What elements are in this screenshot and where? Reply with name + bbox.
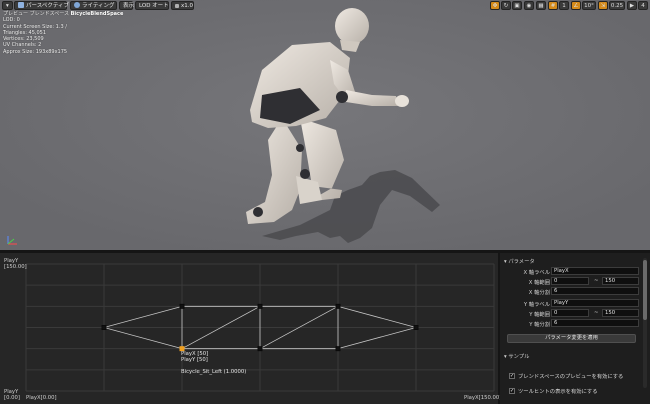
scale-icon[interactable]: ▣	[512, 1, 522, 10]
speed-icon	[175, 4, 179, 8]
lod-button[interactable]: LOD オート	[135, 1, 169, 10]
x-max-label: PlayX[150.00]	[464, 395, 502, 401]
translate-icon[interactable]: ✥	[490, 1, 500, 10]
camera-speed-icon[interactable]: ▶	[627, 1, 637, 10]
stat-approx-size: Approx Size: 193x89x175	[3, 48, 68, 55]
triangulation-edge	[337, 305, 417, 328]
x-range-min-field[interactable]: 0	[551, 277, 589, 285]
perspective-icon	[18, 2, 24, 8]
sample-point[interactable]	[335, 346, 341, 352]
axis-gizmo-icon	[7, 236, 17, 245]
sample-point[interactable]	[335, 303, 341, 309]
angle-value[interactable]: 10°	[582, 1, 596, 10]
x-divisions-field[interactable]: 6	[551, 287, 639, 295]
surface-snap-icon[interactable]: ▦	[536, 1, 546, 10]
x-divisions-caption: X 軸分割	[528, 290, 550, 296]
x-label-caption: X 軸ラベル	[523, 270, 550, 276]
sample-point[interactable]	[413, 325, 419, 330]
viewport-options-button[interactable]: ▾	[2, 1, 13, 10]
y-range-caption: Y 軸範囲	[529, 312, 550, 318]
viewport-stats: プレビュー ブレンドスペース BicycleBlendSpace LOD: 0 …	[3, 11, 123, 55]
preview-title: プレビュー ブレンドスペース BicycleBlendSpace	[3, 11, 124, 17]
tooltip-enable-label: ツールヒントの表示を有効にする	[518, 389, 598, 395]
sample-label: Bicycle_Sit_Left (1.0000)	[181, 369, 247, 375]
y-divisions-caption: Y 軸分割	[529, 322, 550, 328]
parameters-section-header[interactable]: ▾ パラメータ	[504, 257, 535, 265]
sample-point[interactable]	[257, 303, 263, 309]
lighting-icon	[74, 2, 80, 8]
y-label-caption: Y 軸ラベル	[523, 302, 550, 308]
tooltip-playy: PlayY [50]	[181, 357, 208, 363]
x-label-field[interactable]: PlayX	[551, 267, 639, 275]
y-divisions-field[interactable]: 6	[551, 319, 639, 327]
blendspace-graph[interactable]	[0, 253, 498, 404]
triangulation-edge	[103, 305, 183, 328]
sample-point[interactable]	[101, 325, 107, 330]
y-max-label: [150.00]	[4, 264, 27, 270]
y-range-separator: ~	[594, 310, 599, 316]
triangulation-edge	[103, 327, 183, 350]
coordinate-system-icon[interactable]: ◉	[524, 1, 534, 10]
show-button[interactable]: 表示	[119, 1, 134, 10]
scale-snap-icon[interactable]: ⇲	[598, 1, 608, 10]
sample-point[interactable]	[179, 303, 185, 309]
y-range-max-field[interactable]: 150	[602, 309, 639, 317]
tooltip-enable-checkbox[interactable]: ✓	[509, 388, 515, 394]
camera-speed-value[interactable]: 4	[638, 1, 648, 10]
rotate-icon[interactable]: ↻	[501, 1, 511, 10]
apply-parameters-button[interactable]: パラメータ変更を適用	[507, 334, 636, 343]
x-range-caption: X 軸範囲	[528, 280, 550, 286]
x-range-separator: ~	[594, 278, 599, 284]
blendspace-grid[interactable]	[0, 253, 498, 404]
y-range-min-field[interactable]: 0	[551, 309, 589, 317]
lighting-button[interactable]: ライティング	[70, 1, 117, 10]
grid-value[interactable]: 1	[559, 1, 569, 10]
scale-value[interactable]: 0.25	[609, 1, 625, 10]
preview-enable-checkbox[interactable]: ✓	[509, 373, 515, 379]
angle-snap-icon[interactable]: ∠	[571, 1, 581, 10]
preview-enable-label: ブレンドスペースのプレビューを有効にする	[518, 374, 624, 380]
x-range-max-field[interactable]: 150	[602, 277, 639, 285]
y-min-label: [0.00]	[4, 395, 20, 401]
playback-speed-button[interactable]: x1.0	[171, 1, 194, 10]
grid-snap-icon[interactable]: #	[548, 1, 558, 10]
preview-viewport[interactable]: ▾ パースペクティブ ライティング 表示 LOD オート x1.0 ✥ ↻ ▣ …	[0, 0, 650, 250]
y-label-field[interactable]: PlayY	[551, 299, 639, 307]
x-min-label: PlayX[0.00]	[26, 395, 57, 401]
triangulation-edge	[337, 327, 417, 350]
details-scrollbar-thumb[interactable]	[643, 260, 647, 320]
sample-point[interactable]	[257, 346, 263, 352]
sample-section-header[interactable]: ▾ サンプル	[504, 352, 529, 360]
perspective-button[interactable]: パースペクティブ	[14, 1, 69, 10]
